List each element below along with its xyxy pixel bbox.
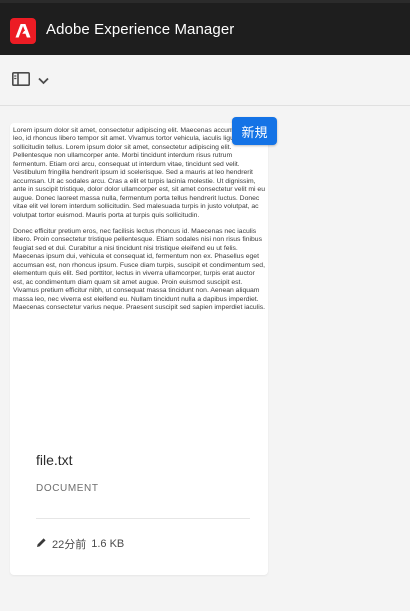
card-divider <box>36 518 250 519</box>
header-strip <box>0 0 410 3</box>
preview-paragraph: Donec efficitur pretium eros, nec facili… <box>13 227 265 312</box>
asset-meta: 22分前 1.6 KB <box>36 536 124 552</box>
preview-paragraph: Lorem ipsum dolor sit amet, consectetur … <box>13 127 265 219</box>
asset-card[interactable]: Lorem ipsum dolor sit amet, consectetur … <box>10 123 268 575</box>
pencil-icon <box>36 537 47 551</box>
asset-type: DOCUMENT <box>36 483 99 494</box>
chevron-down-icon <box>38 72 49 90</box>
app-title: Adobe Experience Manager <box>46 21 235 38</box>
file-size: 1.6 KB <box>91 538 125 550</box>
app-header: Adobe Experience Manager <box>0 0 410 55</box>
document-preview: Lorem ipsum dolor sit amet, consectetur … <box>13 127 266 427</box>
modified-time: 22分前 <box>52 539 87 551</box>
asset-filename: file.txt <box>36 452 73 468</box>
rail-toggle-icon <box>12 71 30 91</box>
action-bar <box>0 55 410 106</box>
new-badge: 新規 <box>232 117 277 145</box>
adobe-logo-icon[interactable] <box>10 18 36 44</box>
rail-toggle-button[interactable] <box>12 71 56 91</box>
